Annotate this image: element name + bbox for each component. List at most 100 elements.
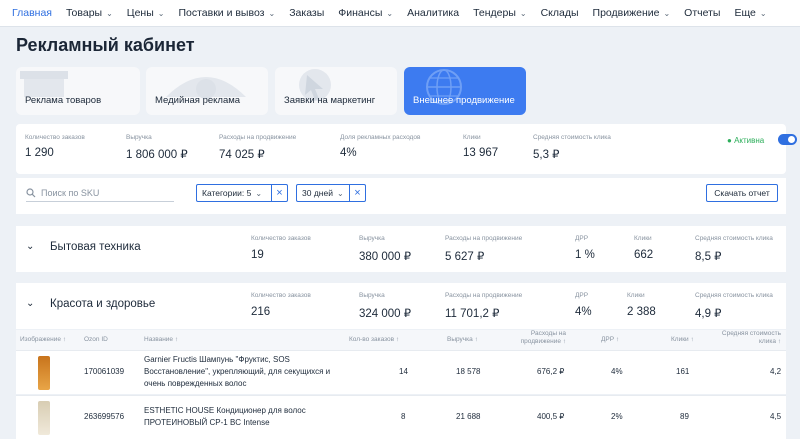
orders-count: 8 (401, 412, 406, 421)
table-row[interactable]: 170061039 Garnier Fructis Шампунь "Фрукт… (16, 350, 786, 394)
tile-label: Реклама товаров (25, 95, 102, 106)
nav-analytics[interactable]: Аналитика (407, 7, 459, 19)
tile-marketing-requests[interactable]: Заявки на маркетинг (275, 67, 397, 115)
nav-tenders[interactable]: Тендеры ⌄ (473, 7, 527, 19)
tile-external-promotion[interactable]: Внешнее продвижение (404, 67, 526, 115)
revenue: 21 688 (456, 412, 481, 421)
nav-orders[interactable]: Заказы (289, 7, 324, 19)
chevron-down-icon: ⌄ (663, 8, 671, 18)
column-header[interactable]: ДРР ↑ (601, 336, 619, 343)
stat-orders: Количество заказов 216 (251, 292, 311, 318)
stat-label: Количество заказов (251, 292, 311, 299)
nav-products[interactable]: Товары ⌄ (66, 7, 113, 19)
stat-label: Средняя стоимость клика (695, 235, 773, 242)
stat-label: Выручка (359, 292, 385, 299)
stat-label: Количество заказов (25, 134, 85, 141)
clicks: 89 (680, 412, 689, 421)
chevron-down-icon[interactable]: ⌄ (26, 241, 34, 252)
spend: 400,5 ₽ (537, 412, 565, 421)
tile-product-ads[interactable]: Реклама товаров (16, 67, 140, 115)
stat-spend: Расходы на продвижение 11 701,2 ₽ (445, 292, 522, 320)
nav-home[interactable]: Главная (12, 7, 52, 19)
tile-media-ads[interactable]: Медийная реклама (146, 67, 268, 115)
column-header[interactable]: Расходы на продвижение ↑ (506, 330, 566, 346)
product-image (38, 401, 50, 435)
summary-panel: Количество заказов 1 290 Выручка 1 806 0… (16, 124, 797, 174)
stat-value: 1 806 000 ₽ (126, 149, 188, 161)
stat-value: 216 (251, 306, 271, 318)
nav-finance[interactable]: Финансы ⌄ (338, 7, 393, 19)
chevron-down-icon: ⌄ (268, 8, 276, 18)
category-row[interactable]: ⌄ Красота и здоровье Количество заказов 2… (16, 283, 786, 329)
spend: 676,2 ₽ (537, 367, 565, 376)
page-title: Рекламный кабинет (16, 35, 195, 55)
status-badge: ● Активна (727, 136, 765, 145)
column-header[interactable]: Кол-во заказов ↑ (349, 336, 399, 343)
eye-icon (166, 77, 246, 99)
category-filter-chip[interactable]: Категории: 5 ⌄ × (196, 184, 288, 202)
nav-warehouses[interactable]: Склады (541, 7, 579, 19)
clicks: 161 (676, 367, 690, 376)
chevron-down-icon: ⌄ (106, 8, 113, 18)
nav-label: Заказы (289, 7, 325, 19)
nav-promotion[interactable]: Продвижение ⌄ (593, 7, 671, 19)
nav-prices[interactable]: Цены ⌄ (127, 7, 165, 19)
drr: 4% (611, 367, 623, 376)
product-name-line[interactable]: ПРОТЕИНОВЫЙ CP-1 BC Intense (144, 418, 270, 427)
stat-value: 11 701,2 ₽ (445, 308, 500, 320)
stat-clicks: Клики 662 (634, 235, 653, 261)
cpc: 4,5 (770, 412, 782, 421)
chevron-down-icon: ⌄ (336, 188, 344, 198)
nav-label: Аналитика (407, 7, 460, 19)
nav-label: Товары (65, 7, 103, 19)
download-report-button[interactable]: Скачать отчет (706, 184, 778, 202)
stat-clicks: Клики 2 388 (627, 292, 656, 318)
search-field[interactable] (26, 184, 174, 202)
campaign-toggle[interactable] (778, 134, 797, 145)
stat-label: Клики (634, 235, 652, 242)
stat-value: 19 (251, 249, 264, 261)
chevron-down-icon[interactable]: ⌄ (26, 298, 34, 309)
stat-label: ДРР (575, 292, 589, 299)
nav-more[interactable]: Еще ⌄ (734, 7, 766, 19)
product-name-line[interactable]: Garnier Fructis Шампунь "Фруктис, SOS (144, 355, 290, 364)
stat-clicks: Клики 13 967 (463, 134, 498, 159)
column-header[interactable]: Выручка ↑ (447, 336, 478, 343)
stat-value: 662 (634, 249, 654, 261)
globe-icon (426, 69, 462, 105)
stat-drr: ДРР 4% (575, 292, 592, 318)
search-input[interactable] (41, 187, 161, 198)
period-filter-chip[interactable]: 30 дней ⌄ × (296, 184, 366, 202)
stat-revenue: Выручка 1 806 000 ₽ (126, 134, 188, 161)
category-name: Бытовая техника (50, 241, 141, 253)
nav-reports[interactable]: Отчеты (684, 7, 720, 19)
product-name-line[interactable]: Восстановление", укрепляющий, для секущи… (144, 367, 330, 376)
column-header[interactable]: Название ↑ (144, 336, 178, 343)
product-name-line[interactable]: очень поврежденных волос (144, 379, 246, 388)
stat-value: 13 967 (463, 147, 499, 159)
stat-label: Расходы на продвижение (219, 134, 297, 141)
table-row[interactable]: 263699576 ESTHETIC HOUSE Кондиционер для… (16, 395, 786, 439)
close-icon[interactable]: × (349, 185, 365, 201)
stat-label: Расходы на продвижение (445, 292, 523, 299)
stat-drr: ДРР 1 % (575, 235, 595, 261)
stat-cpc: Средняя стоимость клика 5,3 ₽ (533, 134, 611, 161)
tile-label: Заявки на маркетинг (284, 95, 376, 106)
chevron-down-icon: ⌄ (157, 8, 165, 18)
nav-supplies[interactable]: Поставки и вывоз ⌄ (178, 7, 275, 19)
column-header[interactable]: Ozon ID (84, 336, 108, 343)
chevron-down-icon: ⌄ (386, 8, 394, 18)
cursor-icon (299, 69, 331, 101)
chevron-down-icon: ⌄ (255, 188, 263, 198)
column-header[interactable]: Клики ↑ (671, 336, 694, 343)
product-name-line[interactable]: ESTHETIC HOUSE Кондиционер для волос (144, 406, 306, 415)
category-row[interactable]: ⌄ Бытовая техника Количество заказов 19 В… (16, 226, 786, 272)
revenue: 18 578 (456, 367, 481, 376)
stat-value: 4,9 ₽ (695, 308, 722, 320)
column-header[interactable]: Изображение ↑ (20, 336, 66, 343)
stat-cpc: Средняя стоимость клика 8,5 ₽ (695, 235, 773, 263)
column-header[interactable]: Средняя стоимость клика ↑ (721, 330, 781, 346)
stat-value: 380 000 ₽ (359, 251, 412, 263)
close-icon[interactable]: × (271, 185, 287, 201)
stat-value: 2 388 (627, 306, 656, 318)
